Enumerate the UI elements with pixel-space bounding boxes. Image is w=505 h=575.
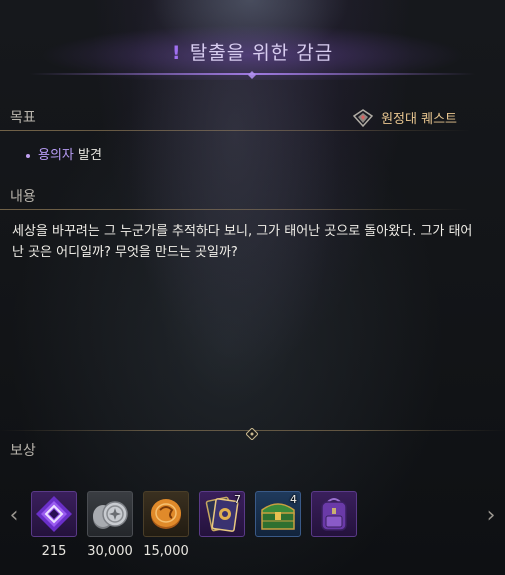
- item-count: 7: [234, 493, 241, 506]
- reward-slot-5[interactable]: 4: [255, 491, 301, 537]
- reward-slot-6[interactable]: [311, 491, 357, 537]
- quest-type-label: 원정대 퀘스트: [381, 112, 457, 127]
- content-divider: [0, 209, 470, 210]
- silver-coins-icon: [88, 492, 132, 536]
- quest-title-text: 탈출을 위한 감금: [189, 42, 334, 64]
- reward-slot-2[interactable]: [87, 491, 133, 537]
- purple-backpack-icon: [312, 492, 356, 536]
- content-text: 세상을 바꾸려는 그 누군가를 추적하다 보니, 그가 태어난 곳으로 돌아왔다…: [12, 224, 473, 260]
- reward-label: 보상: [10, 443, 36, 459]
- exclamation-icon: !: [171, 42, 182, 64]
- quest-title: ! 탈출을 위한 감금: [0, 38, 505, 65]
- chevron-left-icon[interactable]: ‹: [5, 505, 23, 527]
- item-count: 4: [290, 493, 297, 506]
- reward-slot-3[interactable]: [143, 491, 189, 537]
- title-ornament-icon: [239, 71, 265, 79]
- reward-amount-1: 215: [41, 544, 67, 559]
- reward-slot-1[interactable]: [31, 491, 77, 537]
- diamond-ornament-icon: [245, 425, 259, 441]
- objective-label: 목표: [10, 110, 36, 126]
- reward-slot-4[interactable]: 7: [199, 491, 245, 537]
- reward-amount-2: 30,000: [87, 544, 133, 559]
- expedition-icon: [352, 108, 374, 127]
- quest-panel: ! 탈출을 위한 감금 목표 원정대 퀘스트 용의자 발견 내용 세상을 바꾸려는…: [0, 0, 505, 575]
- reward-amount-3: 15,000: [143, 544, 189, 559]
- gold-coin-icon: [144, 492, 188, 536]
- objective-item: 용의자 발견: [26, 144, 102, 163]
- purple-gem-icon: [32, 492, 76, 536]
- objective-text: 발견: [73, 148, 102, 163]
- chevron-right-icon[interactable]: ›: [482, 505, 500, 527]
- content-label: 내용: [10, 189, 36, 205]
- objective-divider: [0, 130, 470, 131]
- bullet-icon: [26, 153, 30, 158]
- objective-highlight: 용의자: [38, 148, 74, 163]
- quest-type: 원정대 퀘스트: [352, 108, 457, 127]
